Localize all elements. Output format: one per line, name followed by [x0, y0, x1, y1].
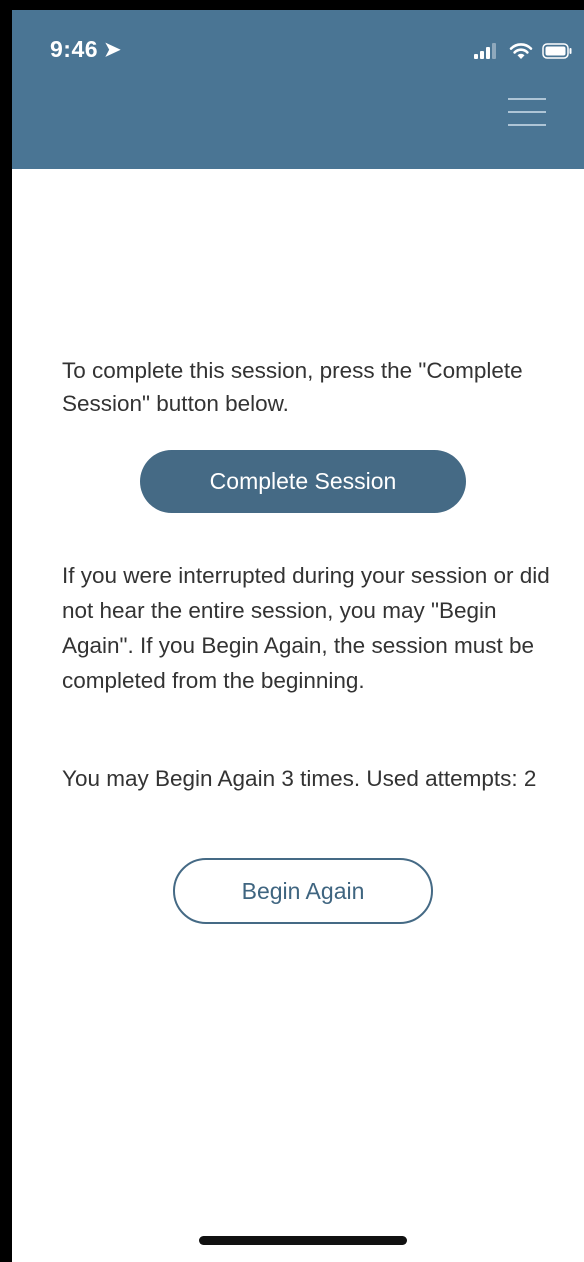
menu-line [508, 98, 546, 100]
interrupted-info-text: If you were interrupted during your sess… [62, 563, 550, 693]
hamburger-menu-icon[interactable] [508, 97, 546, 127]
app-screen: 9:46 ➤ To complete this session, press t… [12, 10, 584, 1262]
menu-line [508, 124, 546, 126]
begin-again-button[interactable]: Begin Again [173, 858, 433, 924]
menu-line [508, 111, 546, 113]
complete-session-button[interactable]: Complete Session [140, 450, 466, 513]
status-time-label: 9:46 [50, 36, 99, 62]
wifi-icon [509, 42, 533, 59]
attempts-info-text: You may Begin Again 3 times. Used attemp… [62, 766, 537, 791]
cellular-signal-icon [474, 43, 496, 59]
status-icons [474, 40, 572, 62]
home-indicator[interactable] [199, 1236, 407, 1245]
status-time: 9:46 ➤ [50, 36, 121, 63]
app-header: 9:46 ➤ [12, 10, 584, 169]
complete-instruction-text: To complete this session, press the "Com… [62, 358, 523, 416]
battery-icon [542, 43, 572, 59]
location-arrow-icon: ➤ [104, 39, 122, 61]
